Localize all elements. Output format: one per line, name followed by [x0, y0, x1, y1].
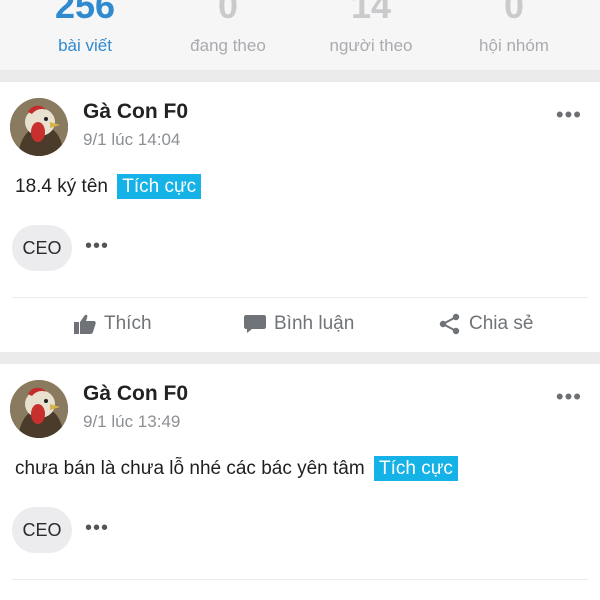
post-text: 18.4 ký tên — [15, 176, 108, 197]
rooster-avatar-icon — [10, 98, 68, 156]
rooster-avatar-icon — [10, 380, 68, 438]
section-separator — [0, 352, 600, 364]
stat-followers-value: 14 — [350, 0, 392, 26]
stat-posts-label: bài viết — [58, 36, 112, 55]
post-more-options-button[interactable]: ••• — [556, 384, 582, 410]
comment-button[interactable]: Bình luận — [244, 298, 354, 350]
sentiment-tag: Tích cực — [117, 174, 202, 199]
share-button[interactable]: Chia sẻ — [439, 298, 533, 350]
divider — [12, 579, 588, 580]
post-card: Gà Con F0 9/1 lúc 14:04 ••• 18.4 ký tên … — [0, 82, 600, 352]
profile-stats-bar: 256 bài viết 0 đang theo 14 người theo 0… — [0, 0, 600, 70]
post-content: chưa bán là chưa lỗ nhé các bác yên tâm … — [15, 456, 458, 481]
stat-followers-label: người theo — [329, 36, 413, 55]
like-label: Thích — [104, 313, 152, 334]
section-separator — [0, 70, 600, 82]
stat-posts-value: 256 — [54, 0, 116, 26]
share-icon — [439, 313, 461, 335]
sentiment-tag: Tích cực — [373, 456, 458, 481]
comment-label: Bình luận — [274, 313, 355, 334]
ceo-reaction-badge[interactable]: CEO — [12, 225, 72, 271]
post-author-name[interactable]: Gà Con F0 — [83, 100, 188, 124]
post-actions: Thích Bình luận Chia sẻ — [0, 298, 600, 350]
thumbs-up-icon — [74, 314, 96, 334]
like-button[interactable]: Thích — [74, 298, 152, 350]
post-text: chưa bán là chưa lỗ nhé các bác yên tâm — [15, 458, 365, 479]
ceo-reaction-badge[interactable]: CEO — [12, 507, 72, 553]
post-timestamp: 9/1 lúc 13:49 — [83, 412, 181, 431]
avatar[interactable] — [10, 98, 68, 156]
comment-icon — [244, 314, 266, 334]
post-content: 18.4 ký tên Tích cực — [15, 174, 202, 199]
post-timestamp: 9/1 lúc 14:04 — [83, 130, 181, 149]
reaction-more-button[interactable]: ••• — [85, 235, 109, 258]
stat-following-value: 0 — [217, 0, 239, 26]
stat-following-label: đang theo — [190, 36, 266, 55]
share-label: Chia sẻ — [469, 313, 534, 334]
reaction-more-button[interactable]: ••• — [85, 517, 109, 540]
stat-groups-value: 0 — [503, 0, 525, 26]
stat-groups-label: hội nhóm — [479, 36, 549, 55]
post-author-name[interactable]: Gà Con F0 — [83, 382, 188, 406]
post-more-options-button[interactable]: ••• — [556, 102, 582, 128]
avatar[interactable] — [10, 380, 68, 438]
post-card: Gà Con F0 9/1 lúc 13:49 ••• chưa bán là … — [0, 364, 600, 600]
